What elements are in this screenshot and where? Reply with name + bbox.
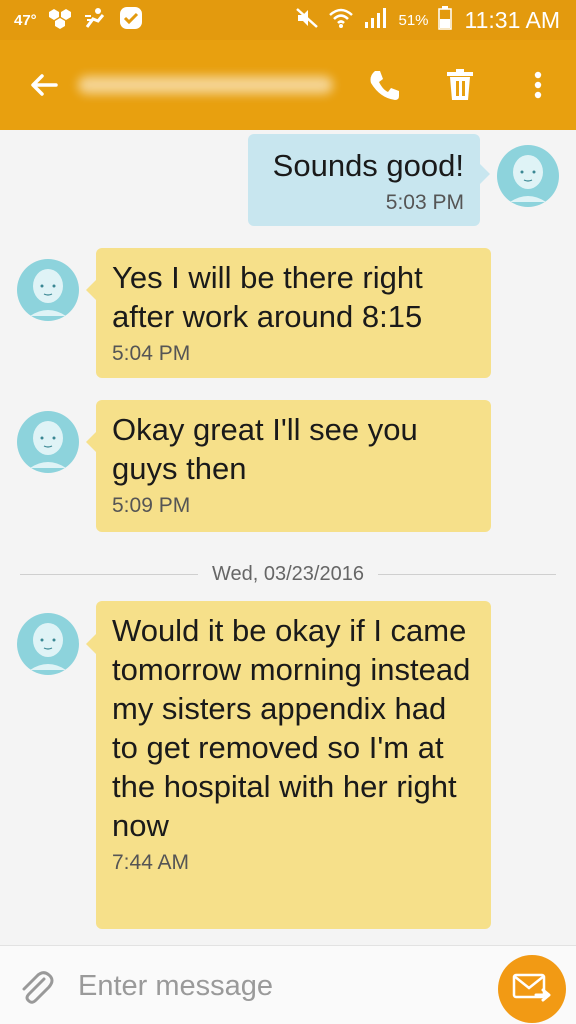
send-button[interactable] xyxy=(498,955,566,1023)
message-text: Okay great I'll see you guys then xyxy=(112,412,418,486)
bubble-tail xyxy=(86,432,96,452)
message-time: 5:09 PM xyxy=(112,494,191,517)
battery-percent: 51% xyxy=(398,11,429,29)
honeycomb-icon xyxy=(47,7,73,34)
app-bar xyxy=(0,40,576,130)
message-time: 5:03 PM xyxy=(385,191,464,214)
paperclip-icon[interactable] xyxy=(16,967,56,1007)
status-bar-right: 51% 11:31 AM xyxy=(295,0,560,40)
check-badge-icon xyxy=(119,6,143,35)
navigation-icon xyxy=(83,7,109,34)
phone-icon[interactable] xyxy=(366,67,402,103)
message-bubble-outgoing[interactable]: Sounds good! 5:03 PM xyxy=(248,134,480,226)
conversation-thread[interactable]: Sounds good! 5:03 PM Yes I will be there… xyxy=(0,130,576,945)
status-bar-left: 47° xyxy=(14,0,143,40)
avatar[interactable] xyxy=(496,144,560,208)
mute-icon xyxy=(295,7,319,34)
send-message-icon xyxy=(512,970,552,1009)
message-bubble-incoming[interactable]: Okay great I'll see you guys then 5:09 P… xyxy=(96,400,491,532)
contact-name[interactable] xyxy=(78,76,333,94)
trash-icon[interactable] xyxy=(442,67,478,103)
message-text: Would it be okay if I came tomorrow morn… xyxy=(112,613,471,843)
wifi-icon xyxy=(328,7,354,34)
message-text: Yes I will be there right after work aro… xyxy=(112,260,423,334)
temperature: 47° xyxy=(14,11,37,29)
status-bar: 47° 51% 11:31 AM xyxy=(0,0,576,40)
avatar[interactable] xyxy=(16,410,80,474)
message-time: 5:04 PM xyxy=(112,342,191,365)
messaging-screen: 47° 51% 11:31 AM Sounds good! 5:03 PM Ye… xyxy=(0,0,576,1024)
avatar[interactable] xyxy=(16,612,80,676)
clock: 11:31 AM xyxy=(464,6,560,33)
signal-icon xyxy=(363,7,389,34)
date-label: Wed, 03/23/2016 xyxy=(198,563,378,585)
more-vert-icon[interactable] xyxy=(520,67,556,103)
message-bubble-incoming[interactable]: Yes I will be there right after work aro… xyxy=(96,248,491,378)
bubble-tail xyxy=(86,634,96,654)
bubble-tail xyxy=(480,164,490,184)
back-arrow-icon[interactable] xyxy=(26,67,62,103)
message-text: Sounds good! xyxy=(272,148,464,183)
date-divider: Wed, 03/23/2016 xyxy=(20,562,556,586)
avatar[interactable] xyxy=(16,258,80,322)
message-composer xyxy=(0,945,576,1024)
message-bubble-incoming[interactable]: Would it be okay if I came tomorrow morn… xyxy=(96,601,491,929)
bubble-tail xyxy=(86,280,96,300)
message-input[interactable] xyxy=(78,964,478,1008)
battery-icon xyxy=(437,5,452,35)
message-time: 7:44 AM xyxy=(112,851,190,874)
